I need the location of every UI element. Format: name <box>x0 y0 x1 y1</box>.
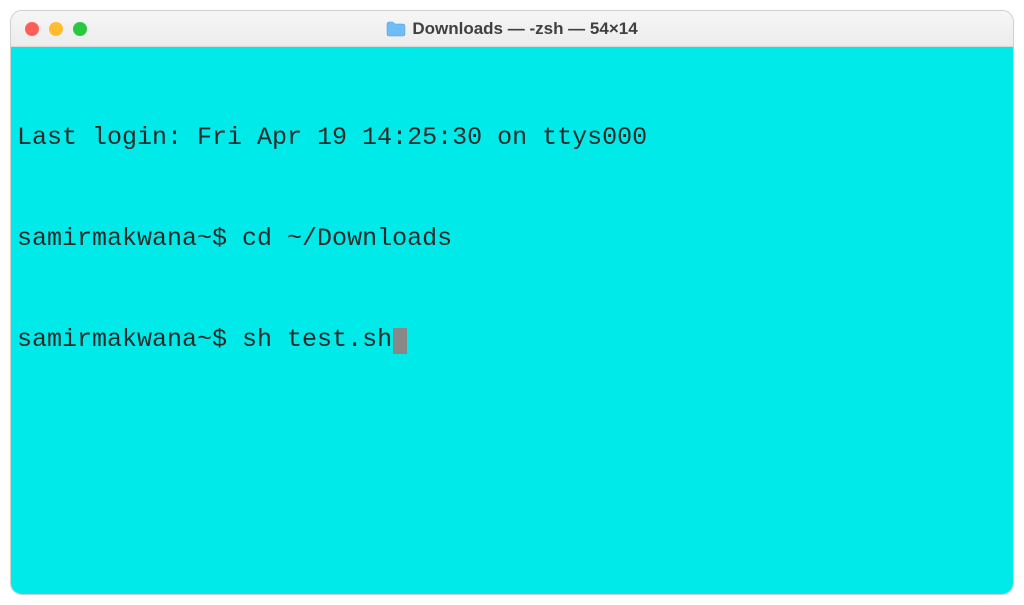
terminal-window: Downloads — -zsh — 54×14 Last login: Fri… <box>10 10 1014 595</box>
terminal-line-login: Last login: Fri Apr 19 14:25:30 on ttys0… <box>17 121 1007 155</box>
command-text: cd ~/Downloads <box>242 224 452 253</box>
prompt: samirmakwana~$ <box>17 325 242 354</box>
command-text: sh test.sh <box>242 325 392 354</box>
terminal-line: samirmakwana~$ cd ~/Downloads <box>17 222 1007 256</box>
window-title: Downloads — -zsh — 54×14 <box>412 19 637 39</box>
prompt: samirmakwana~$ <box>17 224 242 253</box>
window-titlebar[interactable]: Downloads — -zsh — 54×14 <box>11 11 1013 47</box>
login-message: Last login: Fri Apr 19 14:25:30 on ttys0… <box>17 123 647 152</box>
window-title-area: Downloads — -zsh — 54×14 <box>11 19 1013 39</box>
cursor <box>393 328 407 354</box>
close-button[interactable] <box>25 22 39 36</box>
zoom-button[interactable] <box>73 22 87 36</box>
terminal-line-current: samirmakwana~$ sh test.sh <box>17 323 1007 357</box>
terminal-content[interactable]: Last login: Fri Apr 19 14:25:30 on ttys0… <box>11 47 1013 594</box>
folder-icon <box>386 21 406 37</box>
traffic-lights <box>25 22 87 36</box>
minimize-button[interactable] <box>49 22 63 36</box>
